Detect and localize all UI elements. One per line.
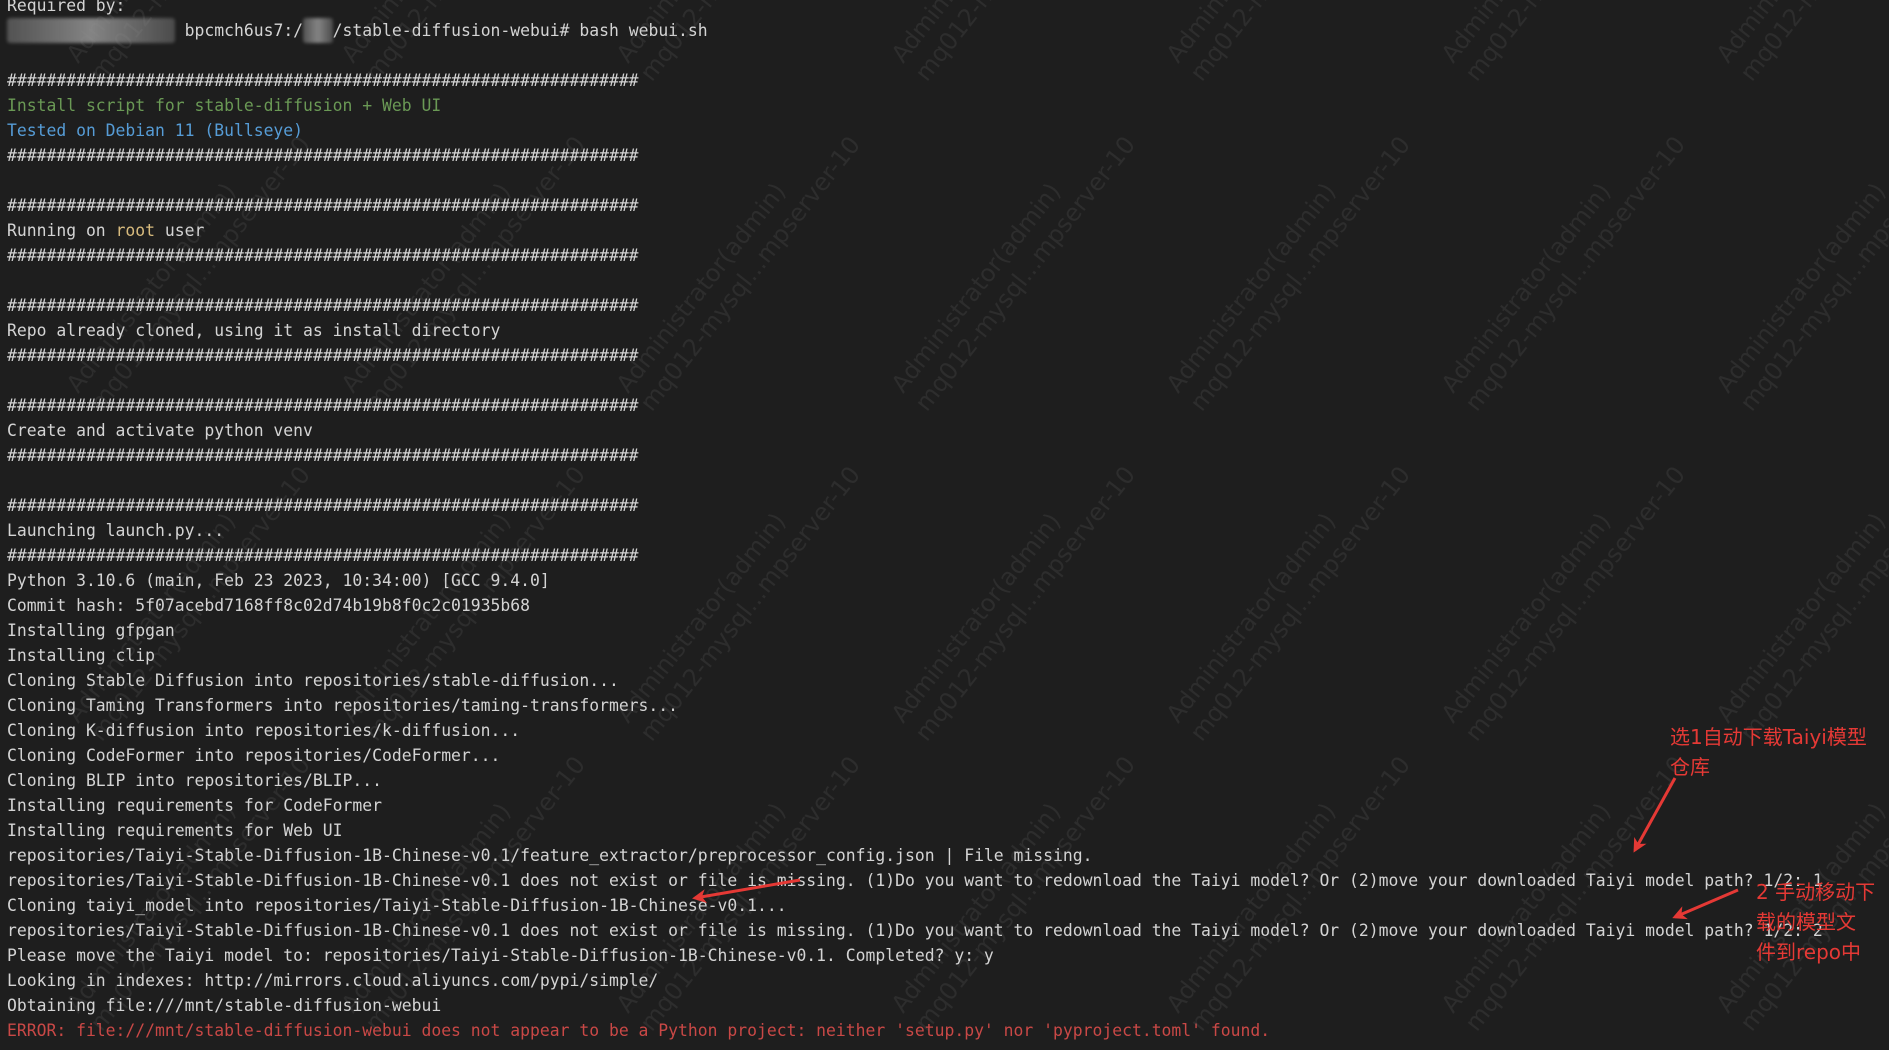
terminal-line: Cloning taiyi_model into repositories/Ta… [7, 893, 1823, 918]
terminal-text: Cloning CodeFormer into repositories/Cod… [7, 746, 501, 765]
terminal-line: Obtaining file:///mnt/stable-diffusion-w… [7, 993, 1823, 1018]
terminal-text: Running on [7, 221, 116, 240]
terminal-line: ########################################… [7, 243, 1823, 268]
terminal-line: ########################################… [7, 493, 1823, 518]
terminal-line: ########################################… [7, 143, 1823, 168]
terminal-line: Looking in indexes: http://mirrors.cloud… [7, 968, 1823, 993]
terminal-line: ########################################… [7, 293, 1823, 318]
terminal-text: Please move the Taiyi model to: reposito… [7, 946, 994, 965]
terminal-text: Cloning Taming Transformers into reposit… [7, 696, 679, 715]
terminal-line: Cloning Stable Diffusion into repositori… [7, 668, 1823, 693]
terminal-line: Repo already cloned, using it as install… [7, 318, 1823, 343]
annotation-choose-2-line3: 件到repo中 [1756, 940, 1862, 964]
terminal-text: Launching launch.py... [7, 521, 225, 540]
terminal-line: Installing requirements for Web UI [7, 818, 1823, 843]
terminal-text: Cloning BLIP into repositories/BLIP... [7, 771, 382, 790]
terminal-text: ########################################… [7, 196, 639, 215]
terminal-text: Cloning taiyi_model into repositories/Ta… [7, 896, 787, 915]
terminal-line: Launching launch.py... [7, 518, 1823, 543]
redacted-text: root@izjuc0s9svif [7, 18, 175, 43]
annotation-choose-1: 选1自动下载Taiyi模型 仓库 [1670, 722, 1867, 782]
terminal-output: Required by: root@izjuc0s9svif bpcmch6us7… [7, 0, 1823, 1043]
terminal-line: Commit hash: 5f07acebd7168ff8c02d74b19b8… [7, 593, 1823, 618]
terminal-line: ########################################… [7, 68, 1823, 93]
annotation-choose-2-line1: 2 手动移动下 [1756, 880, 1876, 904]
terminal-text: Cloning K-diffusion into repositories/k-… [7, 721, 521, 740]
terminal-text: ERROR: file:///mnt/stable-diffusion-webu… [7, 1021, 1271, 1040]
annotation-choose-1-line2: 仓库 [1670, 755, 1710, 779]
terminal-text: Installing requirements for CodeFormer [7, 796, 382, 815]
terminal-window[interactable]: Required by: root@izjuc0s9svif bpcmch6us7… [0, 0, 1889, 1050]
terminal-line: ########################################… [7, 193, 1823, 218]
terminal-line: Installing requirements for CodeFormer [7, 793, 1823, 818]
annotation-choose-1-line1: 选1自动下载Taiyi模型 [1670, 725, 1867, 749]
terminal-text: bpcmch6us7:/ [174, 21, 304, 40]
terminal-line: repositories/Taiyi-Stable-Diffusion-1B-C… [7, 918, 1823, 943]
terminal-line: repositories/Taiyi-Stable-Diffusion-1B-C… [7, 868, 1823, 893]
terminal-text: Installing gfpgan [7, 621, 175, 640]
terminal-line: ########################################… [7, 443, 1823, 468]
terminal-text: ########################################… [7, 446, 639, 465]
terminal-line: repositories/Taiyi-Stable-Diffusion-1B-C… [7, 843, 1823, 868]
terminal-text: Required by: [7, 0, 126, 15]
terminal-line: Cloning CodeFormer into repositories/Cod… [7, 743, 1823, 768]
annotation-choose-2: 2 手动移动下 载的模型文 件到repo中 [1756, 877, 1875, 967]
terminal-text: ########################################… [7, 546, 639, 565]
terminal-line: ########################################… [7, 543, 1823, 568]
terminal-text: repositories/Taiyi-Stable-Diffusion-1B-C… [7, 871, 1823, 890]
terminal-text: Python 3.10.6 (main, Feb 23 2023, 10:34:… [7, 571, 550, 590]
terminal-line: Please move the Taiyi model to: reposito… [7, 943, 1823, 968]
terminal-text: ########################################… [7, 246, 639, 265]
terminal-text: Looking in indexes: http://mirrors.cloud… [7, 971, 659, 990]
terminal-line: Python 3.10.6 (main, Feb 23 2023, 10:34:… [7, 568, 1823, 593]
terminal-text: ########################################… [7, 71, 639, 90]
terminal-line: Installing gfpgan [7, 618, 1823, 643]
terminal-text: root [115, 221, 156, 240]
terminal-text: Cloning Stable Diffusion into repositori… [7, 671, 619, 690]
terminal-line: Cloning Taming Transformers into reposit… [7, 693, 1823, 718]
terminal-text: repositories/Taiyi-Stable-Diffusion-1B-C… [7, 921, 1823, 940]
terminal-line: ########################################… [7, 393, 1823, 418]
terminal-text: ########################################… [7, 496, 639, 515]
terminal-text: Commit hash: 5f07acebd7168ff8c02d74b19b8… [7, 596, 531, 615]
terminal-text: Tested on Debian 11 (Bullseye) [7, 121, 304, 140]
terminal-text: ########################################… [7, 396, 639, 415]
terminal-text: Installing clip [7, 646, 156, 665]
terminal-line: root@izjuc0s9svif bpcmch6us7:/mnt/stable… [7, 18, 1823, 43]
terminal-line: Required by: [7, 0, 1823, 18]
terminal-line: Running on root user [7, 218, 1823, 243]
terminal-text: Repo already cloned, using it as install… [7, 321, 501, 340]
terminal-text: /stable-diffusion-webui# bash webui.sh [332, 21, 708, 40]
terminal-text: ########################################… [7, 146, 639, 165]
terminal-line: ########################################… [7, 343, 1823, 368]
terminal-line: Cloning K-diffusion into repositories/k-… [7, 718, 1823, 743]
terminal-line: Tested on Debian 11 (Bullseye) [7, 118, 1823, 143]
terminal-text: repositories/Taiyi-Stable-Diffusion-1B-C… [7, 846, 1093, 865]
terminal-line: Installing clip [7, 643, 1823, 668]
terminal-line: ERROR: file:///mnt/stable-diffusion-webu… [7, 1018, 1823, 1043]
terminal-text: user [155, 221, 205, 240]
redacted-text: mnt [303, 18, 333, 43]
terminal-line: Cloning BLIP into repositories/BLIP... [7, 768, 1823, 793]
terminal-line: Create and activate python venv [7, 418, 1823, 443]
terminal-text: Install script for stable-diffusion + We… [7, 96, 442, 115]
terminal-line: Install script for stable-diffusion + We… [7, 93, 1823, 118]
terminal-text: ########################################… [7, 296, 639, 315]
terminal-text: Installing requirements for Web UI [7, 821, 343, 840]
terminal-text: Obtaining file:///mnt/stable-diffusion-w… [7, 996, 442, 1015]
annotation-choose-2-line2: 载的模型文 [1756, 910, 1856, 934]
terminal-text: ########################################… [7, 346, 639, 365]
terminal-text: Create and activate python venv [7, 421, 313, 440]
